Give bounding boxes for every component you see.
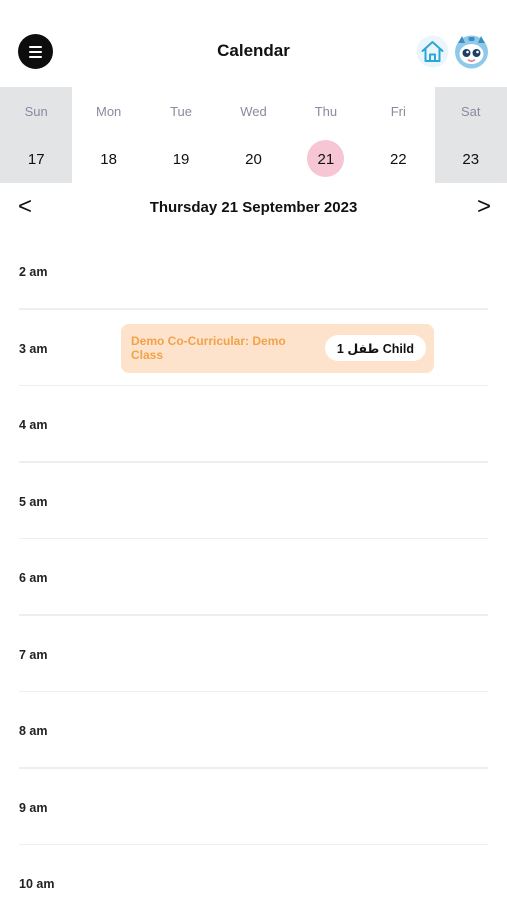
time-slot[interactable]: 5 am <box>0 463 507 539</box>
day-number: 23 <box>462 151 480 168</box>
time-label: 8 am <box>19 724 48 738</box>
week-strip: Sun 17 Mon 18 Tue 19 Wed 20 Thu 21 Fri 2… <box>0 87 507 183</box>
day-thu[interactable]: Thu 21 <box>290 87 362 183</box>
time-label: 10 am <box>19 877 55 891</box>
day-number: 19 <box>172 151 190 168</box>
time-slot[interactable]: 6 am <box>0 539 507 616</box>
day-timeline[interactable]: 2 am 3 am 4 am 5 am 6 am 7 am 8 am 9 am <box>0 233 507 900</box>
event-card[interactable]: Demo Co-Curricular: Demo Class 1 طفل Chi… <box>121 324 434 373</box>
day-name: Sun <box>24 104 48 119</box>
child-count-chip: 1 طفل Child <box>324 335 426 361</box>
time-slot[interactable]: 4 am <box>0 386 507 463</box>
day-number: 22 <box>389 151 407 168</box>
robot-avatar-icon[interactable] <box>453 33 490 70</box>
time-label: 6 am <box>19 571 48 585</box>
event-title: Demo Co-Curricular: Demo Class <box>131 334 286 362</box>
time-slot[interactable]: 7 am <box>0 616 507 692</box>
day-number: 21 <box>317 151 335 168</box>
calendar-screen: Calendar Sun 17 Mon 18 Tue 19 Wed 20 Thu… <box>0 0 507 900</box>
day-name: Mon <box>95 104 122 119</box>
current-date-label: Thursday 21 September 2023 <box>149 199 358 216</box>
day-number: 17 <box>27 151 45 168</box>
day-name: Fri <box>390 104 406 119</box>
time-label: 5 am <box>19 494 48 509</box>
day-name: Wed <box>240 104 267 119</box>
home-icon[interactable] <box>416 35 449 68</box>
header: Calendar <box>0 0 507 87</box>
day-sat[interactable]: Sat 23 <box>434 87 507 183</box>
day-wed[interactable]: Wed 20 <box>217 87 289 183</box>
next-day-button[interactable]: > <box>472 193 496 221</box>
time-slot[interactable]: 8 am <box>0 692 507 769</box>
day-mon[interactable]: Mon 18 <box>72 87 144 183</box>
time-slot[interactable]: 10 am <box>0 845 507 900</box>
time-label: 9 am <box>19 800 48 815</box>
time-slot[interactable]: 2 am <box>0 233 507 310</box>
time-label: 2 am <box>19 265 48 279</box>
time-label: 3 am <box>19 341 48 356</box>
day-tue[interactable]: Tue 19 <box>145 87 217 183</box>
day-number: 18 <box>100 151 117 168</box>
time-slot[interactable]: 9 am <box>0 769 507 845</box>
day-number: 20 <box>245 151 262 168</box>
day-name: Sat <box>460 104 481 119</box>
time-label: 7 am <box>19 647 48 662</box>
day-name: Thu <box>314 104 338 119</box>
time-label: 4 am <box>19 418 48 432</box>
day-sun[interactable]: Sun 17 <box>0 87 73 183</box>
date-navigation: < Thursday 21 September 2023 > <box>0 190 507 224</box>
day-name: Tue <box>170 104 193 119</box>
day-fri[interactable]: Fri 22 <box>362 87 434 183</box>
